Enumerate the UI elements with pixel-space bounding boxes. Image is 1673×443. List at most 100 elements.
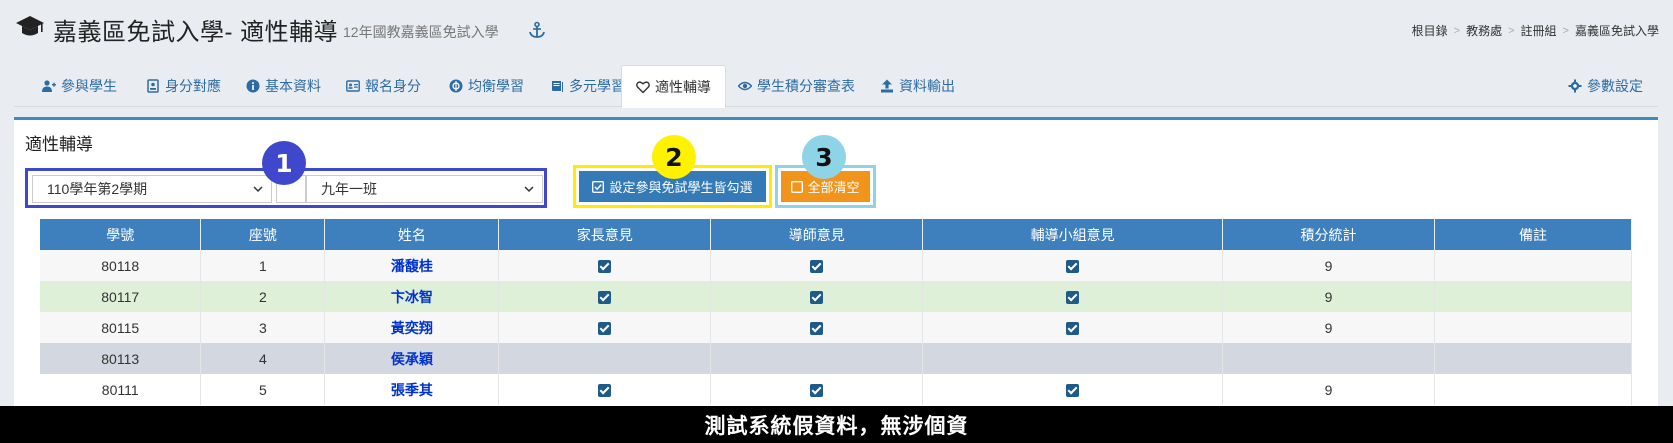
note-cell (1434, 312, 1632, 343)
teacher-opinion-checkbox[interactable] (810, 384, 824, 398)
counsel-opinion-cell (922, 374, 1224, 405)
column-header-name[interactable]: 姓名 (324, 219, 500, 250)
teacher-opinion-checkbox[interactable] (810, 291, 824, 305)
id-card-icon (147, 79, 159, 93)
counsel-opinion-checkbox[interactable] (1066, 322, 1080, 336)
tab-score-review[interactable]: 學生積分審查表 (724, 65, 869, 107)
note-cell (1434, 250, 1632, 281)
page-header: 嘉義區免試入學- 適性輔導 12年國教嘉義區免試入學 根目錄 > 教務處 > 註… (0, 0, 1673, 58)
parent-opinion-checkbox[interactable] (598, 260, 612, 274)
page-title: 嘉義區免試入學- 適性輔導 (53, 19, 339, 46)
tab-registration-identity[interactable]: 報名身分 (332, 65, 435, 107)
balance-icon (449, 79, 463, 93)
tab-participants[interactable]: 參與學生 (28, 65, 131, 107)
counsel-opinion-checkbox[interactable] (1066, 291, 1080, 305)
teacher-opinion-cell (710, 250, 924, 281)
parent-opinion-checkbox[interactable] (598, 291, 612, 305)
heart-icon (636, 80, 650, 93)
class-select[interactable]: 九年一班 (306, 175, 543, 203)
annotation-badge-2: 2 (652, 135, 696, 179)
seat-cell: 1 (200, 250, 326, 281)
score-cell: 9 (1222, 281, 1435, 312)
breadcrumb-separator: > (1562, 24, 1569, 37)
table-header-row: 學號 座號 姓名 家長意見 導師意見 輔導小組意見 積分統計 備註 (40, 219, 1632, 250)
column-header-score[interactable]: 積分統計 (1222, 219, 1435, 250)
tab-bar: 參與學生 身分對應 基本資料 報名身分 均衡學習 多元學習 適性輔導 學生積分審… (14, 65, 1658, 108)
info-circle-icon (246, 79, 260, 93)
tab-basic-info[interactable]: 基本資料 (232, 65, 335, 107)
table-row: 80115 3 黃奕翔 9 (40, 312, 1632, 343)
column-header-note[interactable]: 備註 (1434, 219, 1632, 250)
tab-label: 身分對應 (165, 78, 221, 94)
tab-label: 學生積分審查表 (757, 78, 855, 94)
gear-icon (1568, 79, 1582, 93)
square-icon (791, 180, 804, 193)
column-header-student-id[interactable]: 學號 (40, 219, 202, 250)
tab-label: 均衡學習 (468, 78, 524, 94)
score-cell: 9 (1222, 374, 1435, 405)
test-data-banner: 測試系統假資料，無涉個資 (0, 406, 1673, 443)
breadcrumb-item-root[interactable]: 根目錄 (1412, 22, 1448, 39)
tab-label: 基本資料 (265, 78, 321, 94)
table-row: 80118 1 潘馥桂 9 (40, 250, 1632, 281)
annotation-badge-1: 1 (262, 141, 306, 185)
semester-select-value: 110學年第2學期 (47, 181, 148, 197)
seat-cell: 3 (200, 312, 326, 343)
breadcrumb-item-academic[interactable]: 教務處 (1466, 22, 1502, 39)
student-name-link[interactable]: 卞冰智 (324, 281, 500, 312)
note-cell (1434, 374, 1632, 405)
seat-cell: 2 (200, 281, 326, 312)
column-header-parent-opinion[interactable]: 家長意見 (498, 219, 712, 250)
counsel-opinion-checkbox[interactable] (1066, 260, 1080, 274)
breadcrumb-item-registration[interactable]: 註冊組 (1521, 22, 1557, 39)
student-id-cell: 80117 (40, 281, 202, 312)
note-cell (1434, 343, 1632, 374)
counsel-opinion-cell (922, 250, 1224, 281)
tab-label: 多元學習 (569, 78, 625, 94)
chevron-down-icon (524, 186, 534, 193)
tab-balanced-learning[interactable]: 均衡學習 (435, 65, 538, 107)
breadcrumb: 根目錄 > 教務處 > 註冊組 > 嘉義區免試入學 (1412, 22, 1659, 39)
student-id-cell: 80115 (40, 312, 202, 343)
column-header-teacher-opinion[interactable]: 導師意見 (710, 219, 924, 250)
student-name-link[interactable]: 侯承穎 (324, 343, 500, 374)
tab-aptitude-guidance[interactable]: 適性輔導 (621, 65, 726, 108)
student-name-link[interactable]: 黃奕翔 (324, 312, 500, 343)
book-icon (552, 81, 563, 92)
score-cell: 9 (1222, 312, 1435, 343)
teacher-opinion-cell (710, 281, 924, 312)
column-header-seat[interactable]: 座號 (200, 219, 326, 250)
upload-icon (881, 79, 893, 93)
parent-opinion-cell (498, 250, 712, 281)
teacher-opinion-checkbox[interactable] (810, 260, 824, 274)
tab-label: 資料輸出 (899, 78, 955, 94)
note-cell (1434, 281, 1632, 312)
tab-settings[interactable]: 參數設定 (1554, 65, 1657, 107)
tab-data-export[interactable]: 資料輸出 (866, 65, 969, 107)
graduation-cap-icon (16, 16, 44, 36)
parent-opinion-checkbox[interactable] (598, 384, 612, 398)
student-name-link[interactable]: 張季其 (324, 374, 500, 405)
teacher-opinion-checkbox[interactable] (810, 322, 824, 336)
parent-opinion-cell (498, 281, 712, 312)
anchor-icon[interactable] (528, 21, 546, 39)
student-name-link[interactable]: 潘馥桂 (324, 250, 500, 281)
counsel-opinion-checkbox[interactable] (1066, 384, 1080, 398)
check-square-icon (592, 180, 605, 193)
tab-label: 參與學生 (61, 78, 117, 94)
breadcrumb-separator: > (1453, 24, 1461, 37)
tab-label: 適性輔導 (655, 78, 711, 95)
student-id-cell: 80113 (40, 343, 202, 374)
counsel-opinion-cell (922, 281, 1224, 312)
semester-select[interactable]: 110學年第2學期 (32, 175, 272, 203)
tab-identity-mapping[interactable]: 身分對應 (132, 65, 235, 107)
tab-label: 報名身分 (365, 78, 421, 94)
seat-cell: 4 (200, 343, 326, 374)
column-header-counsel-opinion[interactable]: 輔導小組意見 (922, 219, 1224, 250)
eye-icon (738, 81, 752, 91)
parent-opinion-checkbox[interactable] (598, 322, 612, 336)
counsel-opinion-cell (922, 343, 1224, 374)
page-subtitle: 12年國教嘉義區免試入學 (343, 24, 499, 40)
table-row: 80113 4 侯承穎 (40, 343, 1632, 374)
set-all-checked-label: 設定參與免試學生皆勾選 (609, 180, 753, 195)
